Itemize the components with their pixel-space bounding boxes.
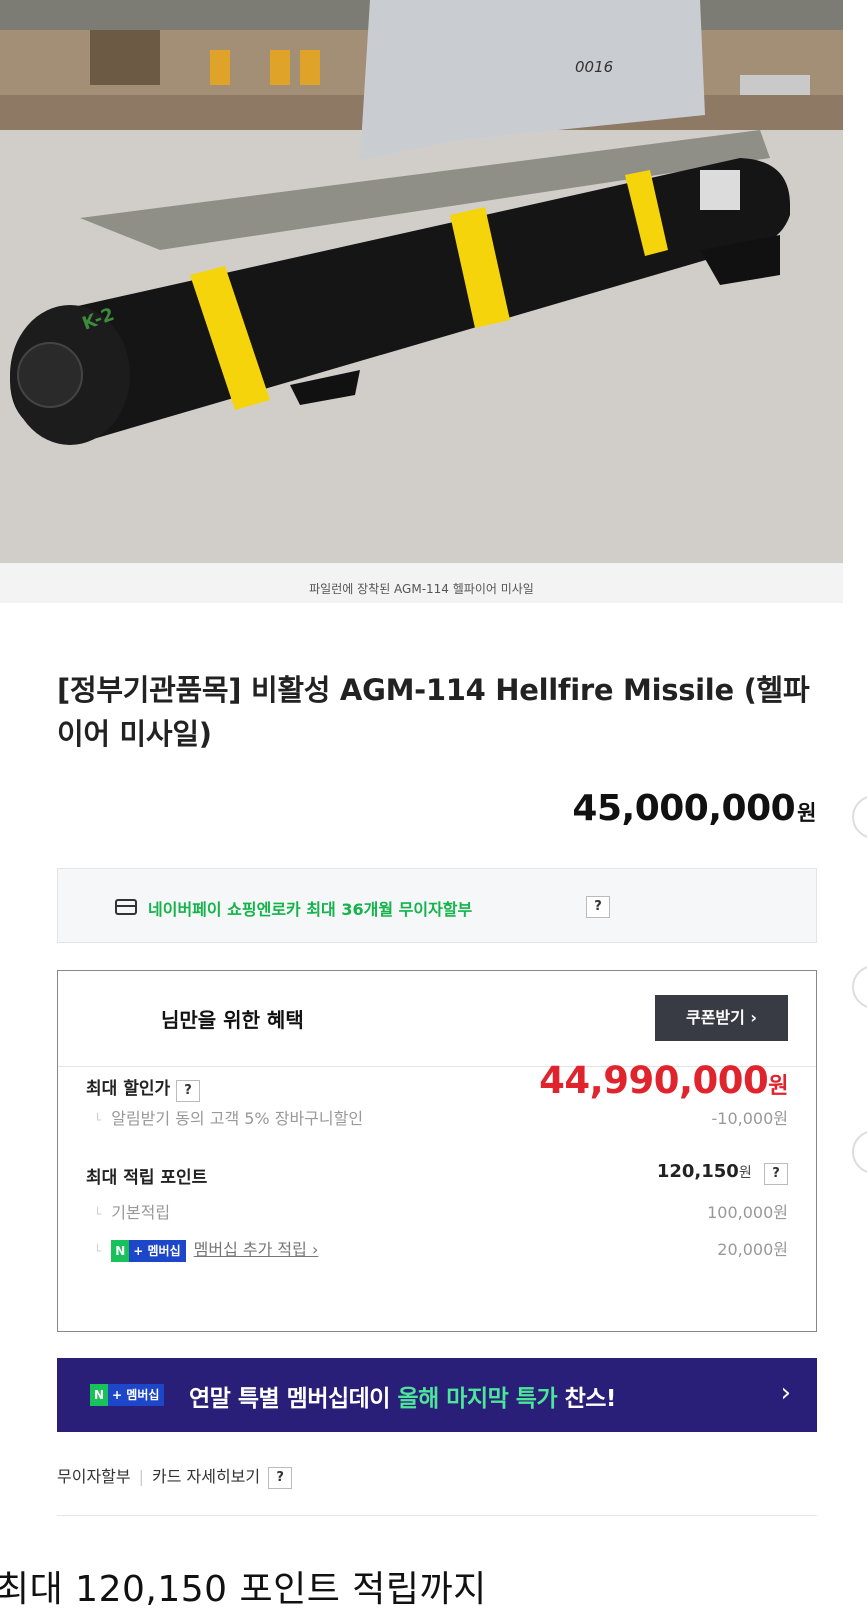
nplus-label: + 멤버십 [133,1243,181,1258]
max-discount-currency: 원 [768,1074,788,1099]
banner-text-end: 찬스! [557,1386,617,1412]
benefit-title: 님만을 위한 혜택 [161,1008,304,1032]
banner-text-highlight: 올해 마지막 특가 [397,1386,558,1412]
overlay-subtitle: 최대 120,150 포인트 적립까지 [0,1569,487,1610]
membership-points-value: 20,000원 [717,1240,788,1259]
price-value: 45,000,000 [572,788,796,829]
nplus-membership-badge: N + 멤버십 [111,1239,186,1262]
link-separator: | [138,1467,144,1486]
side-float-button-2[interactable] [852,965,867,1009]
max-discount-label-text: 최대 할인가 [86,1079,171,1099]
tail-number: 0016 [575,58,613,76]
nplus-n-mark: N [111,1239,130,1262]
product-title: [정부기관품목] 비활성 AGM-114 Hellfire Missile (헬… [57,673,810,751]
base-points-value: 100,000원 [707,1203,788,1222]
banner-text: 연말 특별 멤버십데이 올해 마지막 특가 찬스! [189,1379,616,1413]
section-divider [57,1515,817,1516]
card-detail-help-button[interactable]: ? [268,1466,293,1489]
payment-links: 무이자할부 | 카드 자세히보기? [57,1463,293,1489]
membership-extra-link[interactable]: 멤버십 추가 적립 [194,1240,319,1259]
benefit-panel: 님만을 위한 혜택 쿠폰받기 › 최대 할인가 ? 44,990,000원 알림… [57,970,817,1332]
discount-note: 알림받기 동의 고객 5% 장바구니할인 [94,1105,363,1129]
coupon-button[interactable]: 쿠폰받기 › [655,995,788,1041]
membership-points-row: N+ 멤버십 멤버십 추가 적립 [94,1236,318,1262]
installment-link[interactable]: 무이자할부 [57,1467,131,1486]
points-help-button[interactable]: ? [764,1163,788,1185]
card-detail-link[interactable]: 카드 자세히보기 [152,1467,260,1486]
points-label: 최대 적립 포인트 [86,1168,208,1188]
product-price: 45,000,000원 [572,788,816,829]
discount-amount: -10,000원 [711,1109,788,1128]
banner-nplus-badge: N + 멤버십 [90,1384,165,1406]
points-currency: 원 [738,1165,752,1181]
photo-caption: 파일런에 장착된 AGM-114 헬파이어 미사일 [309,582,534,596]
side-float-button-1[interactable] [852,795,867,839]
points-total: 120,150원 ? [657,1161,788,1185]
max-discount-price: 44,990,000원 [539,1059,788,1102]
credit-card-icon [115,899,137,915]
missile-illustration: 0016 K-2 [0,0,843,563]
side-float-button-3[interactable] [852,1130,867,1174]
membership-day-banner[interactable]: N + 멤버십 연말 특별 멤버십데이 올해 마지막 특가 찬스! › [57,1358,817,1432]
max-discount-label: 최대 할인가 ? [86,1074,201,1102]
max-discount-help-button[interactable]: ? [176,1080,201,1102]
banner-text-normal: 연말 특별 멤버십데이 [189,1386,398,1412]
product-photo: 0016 K-2 [0,0,843,563]
banner-nplus-label: + 멤버십 [112,1388,160,1402]
points-total-value: 120,150 [656,1161,739,1182]
benefit-header: 님만을 위한 혜택 쿠폰받기 › [58,971,816,1067]
price-currency: 원 [797,801,816,825]
npay-installment-box[interactable]: 네이버페이 쇼핑엔로카 최대 36개월 무이자할부 ? [57,868,817,943]
npay-help-button[interactable]: ? [586,896,610,918]
npay-installment-text[interactable]: 네이버페이 쇼핑엔로카 최대 36개월 무이자할부 [148,896,472,920]
banner-n-mark: N [90,1384,109,1406]
base-points-label: 기본적립 [94,1199,170,1223]
chevron-right-icon: › [780,1378,791,1408]
max-discount-price-value: 44,990,000 [539,1059,769,1102]
